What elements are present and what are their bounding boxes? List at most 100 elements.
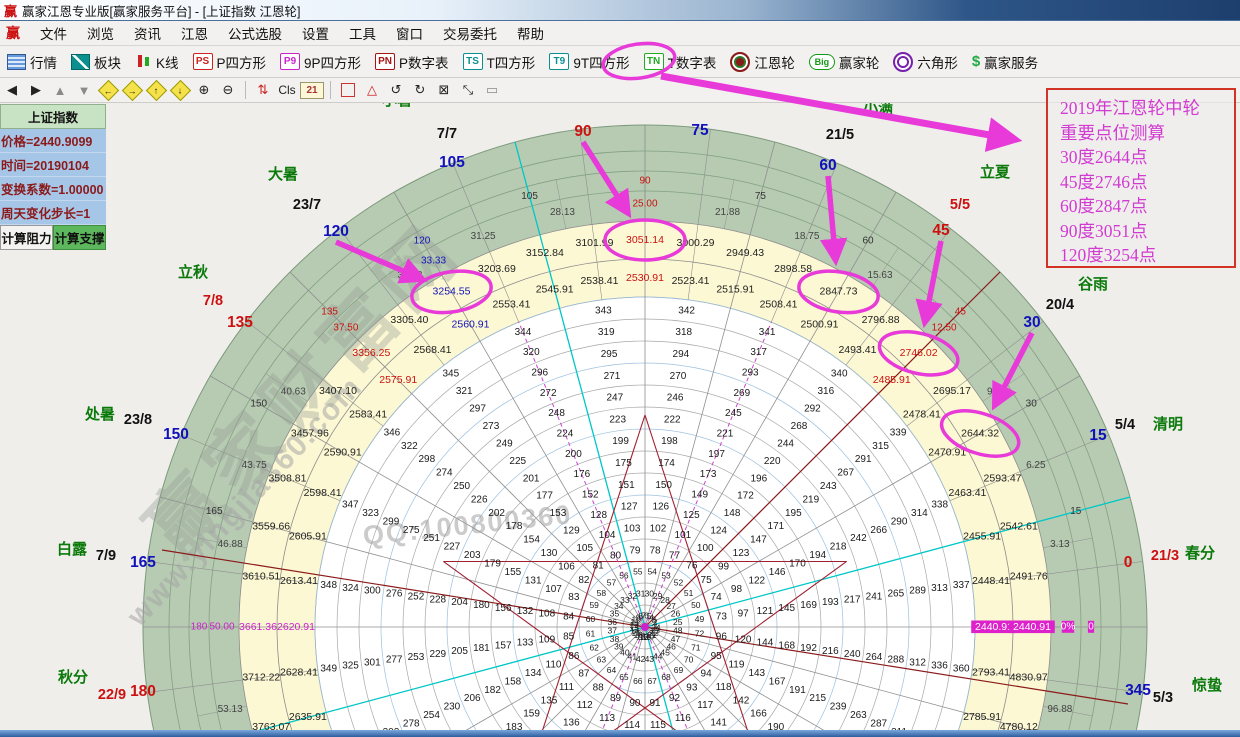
chart-area[interactable]: 赢家财富网www.yingjia360.comQQ:10080036012345… bbox=[0, 103, 1240, 737]
svg-text:221: 221 bbox=[717, 429, 734, 440]
solar-term-label: 处暑 bbox=[84, 405, 115, 423]
svg-text:53.13: 53.13 bbox=[218, 704, 243, 715]
svg-text:55: 55 bbox=[633, 567, 643, 577]
draw-triangle-button[interactable]: △ bbox=[361, 80, 383, 100]
zoom-in-button[interactable]: ⊕ bbox=[193, 80, 215, 100]
toolbar-label: 江恩轮 bbox=[754, 52, 795, 72]
note-line: 120度3254点 bbox=[1060, 243, 1234, 268]
pan-up-button[interactable]: ↑ bbox=[145, 80, 167, 100]
svg-text:3407.10: 3407.10 bbox=[319, 385, 357, 397]
menu-item-交易委托[interactable]: 交易委托 bbox=[433, 21, 507, 45]
svg-text:66: 66 bbox=[633, 676, 643, 686]
back-button[interactable]: ◀ bbox=[1, 80, 23, 100]
svg-text:156: 156 bbox=[495, 603, 512, 614]
svg-text:320: 320 bbox=[523, 347, 540, 358]
svg-text:227: 227 bbox=[444, 542, 461, 553]
svg-text:246: 246 bbox=[667, 393, 684, 404]
svg-text:3356.25: 3356.25 bbox=[352, 347, 390, 359]
svg-text:64: 64 bbox=[607, 665, 617, 675]
pan-down-button[interactable]: ↓ bbox=[169, 80, 191, 100]
menu-item-设置[interactable]: 设置 bbox=[292, 21, 339, 45]
toolbar-button-赢家轮[interactable]: Big赢家轮 bbox=[802, 49, 887, 75]
screen-button[interactable]: ▭ bbox=[481, 80, 503, 100]
svg-text:317: 317 bbox=[750, 347, 767, 358]
cls-button[interactable]: Cls bbox=[276, 80, 298, 100]
svg-text:53: 53 bbox=[661, 570, 671, 580]
svg-text:204: 204 bbox=[451, 597, 468, 608]
svg-text:108: 108 bbox=[539, 609, 556, 620]
svg-text:179: 179 bbox=[484, 558, 501, 569]
svg-text:3152.84: 3152.84 bbox=[526, 247, 564, 259]
rotate-cw-button[interactable]: ↻ bbox=[409, 80, 431, 100]
dollar-icon: $ bbox=[972, 53, 980, 70]
menu-item-资讯[interactable]: 资讯 bbox=[124, 21, 171, 45]
toolbar-button-K线[interactable]: K线 bbox=[128, 49, 186, 75]
svg-text:339: 339 bbox=[890, 427, 907, 438]
toolbar-button-P四方形[interactable]: PSP四方形 bbox=[186, 49, 274, 75]
menu-item-文件[interactable]: 文件 bbox=[30, 21, 77, 45]
svg-text:299: 299 bbox=[383, 516, 400, 527]
menu-item-江恩[interactable]: 江恩 bbox=[171, 21, 218, 45]
svg-text:198: 198 bbox=[661, 436, 678, 447]
svg-text:2635.91: 2635.91 bbox=[289, 711, 327, 723]
toolbar-button-T四方形[interactable]: TST四方形 bbox=[456, 49, 543, 75]
svg-text:324: 324 bbox=[342, 583, 359, 594]
rotate-ccw-button[interactable]: ↺ bbox=[385, 80, 407, 100]
svg-text:91: 91 bbox=[649, 698, 661, 709]
date-label: 5/4 bbox=[1115, 417, 1135, 433]
zoom-out-button[interactable]: ⊖ bbox=[217, 80, 239, 100]
down-tool-button[interactable]: ▼ bbox=[73, 80, 95, 100]
svg-text:3101.99: 3101.99 bbox=[576, 237, 614, 249]
pan-left-button[interactable]: ← bbox=[97, 80, 119, 100]
collapse-button[interactable]: ⤡ bbox=[457, 80, 479, 100]
up-tool-button[interactable]: ▲ bbox=[49, 80, 71, 100]
toolbar-button-9P四方形[interactable]: P99P四方形 bbox=[273, 49, 368, 75]
toolbar-separator bbox=[330, 81, 331, 99]
solar-term-label: 立夏 bbox=[980, 163, 1011, 181]
forward-button[interactable]: ▶ bbox=[25, 80, 47, 100]
svg-text:81: 81 bbox=[593, 561, 605, 572]
date-label: 5/5 bbox=[950, 197, 970, 213]
menu-item-浏览[interactable]: 浏览 bbox=[77, 21, 124, 45]
svg-text:69: 69 bbox=[674, 665, 684, 675]
calendar-button[interactable]: 21 bbox=[300, 82, 324, 99]
svg-text:222: 222 bbox=[664, 414, 681, 425]
updown-arrows-button[interactable]: ⇅ bbox=[252, 80, 274, 100]
toolbar-button-行情[interactable]: 行情 bbox=[0, 49, 64, 75]
svg-text:323: 323 bbox=[362, 508, 379, 519]
menu-item-窗口[interactable]: 窗口 bbox=[386, 21, 433, 45]
big-wheel-icon: Big bbox=[809, 54, 835, 70]
toolbar-button-T数字表[interactable]: TNT数字表 bbox=[637, 49, 724, 75]
svg-text:2613.41: 2613.41 bbox=[280, 575, 318, 587]
svg-text:252: 252 bbox=[408, 591, 425, 602]
menu-logo-icon: 赢 bbox=[6, 23, 20, 43]
title-bar[interactable]: 赢 赢家江恩专业版[赢家服务平台] - [上证指数 江恩轮] bbox=[0, 0, 1240, 21]
toolbar-button-赢家服务[interactable]: $赢家服务 bbox=[965, 49, 1045, 75]
calc-resistance-button[interactable]: 计算阻力 bbox=[0, 225, 53, 250]
svg-text:2493.41: 2493.41 bbox=[838, 344, 876, 356]
svg-text:194: 194 bbox=[809, 550, 826, 561]
toolbar-button-六角形[interactable]: 六角形 bbox=[886, 49, 965, 75]
solar-term-label: 清明 bbox=[1153, 415, 1183, 433]
degree-label: 165 bbox=[130, 554, 156, 571]
draw-rect-button[interactable] bbox=[337, 80, 359, 100]
svg-text:21.88: 21.88 bbox=[715, 207, 740, 218]
toolbar-button-9T四方形[interactable]: T99T四方形 bbox=[542, 49, 636, 75]
toolbar-button-板块[interactable]: 板块 bbox=[64, 49, 128, 75]
menu-item-公式选股[interactable]: 公式选股 bbox=[218, 21, 292, 45]
pan-right-button[interactable]: → bbox=[121, 80, 143, 100]
toolbar-button-P数字表[interactable]: PNP数字表 bbox=[368, 49, 456, 75]
svg-text:93: 93 bbox=[686, 683, 698, 694]
menu-item-帮助[interactable]: 帮助 bbox=[507, 21, 554, 45]
svg-text:293: 293 bbox=[742, 368, 759, 379]
toolbar-button-江恩轮[interactable]: 江恩轮 bbox=[723, 49, 802, 75]
boxed-x-button[interactable]: ⊠ bbox=[433, 80, 455, 100]
svg-text:95: 95 bbox=[711, 651, 723, 662]
calc-support-button[interactable]: 计算支撑 bbox=[53, 225, 106, 250]
svg-text:193: 193 bbox=[822, 597, 839, 608]
main-toolbar: 行情板块K线PSP四方形P99P四方形PNP数字表TST四方形T99T四方形TN… bbox=[0, 46, 1240, 78]
svg-text:45: 45 bbox=[955, 306, 967, 317]
menu-item-工具[interactable]: 工具 bbox=[339, 21, 386, 45]
svg-text:50: 50 bbox=[691, 600, 701, 610]
date-label: 22/9 bbox=[98, 687, 126, 703]
